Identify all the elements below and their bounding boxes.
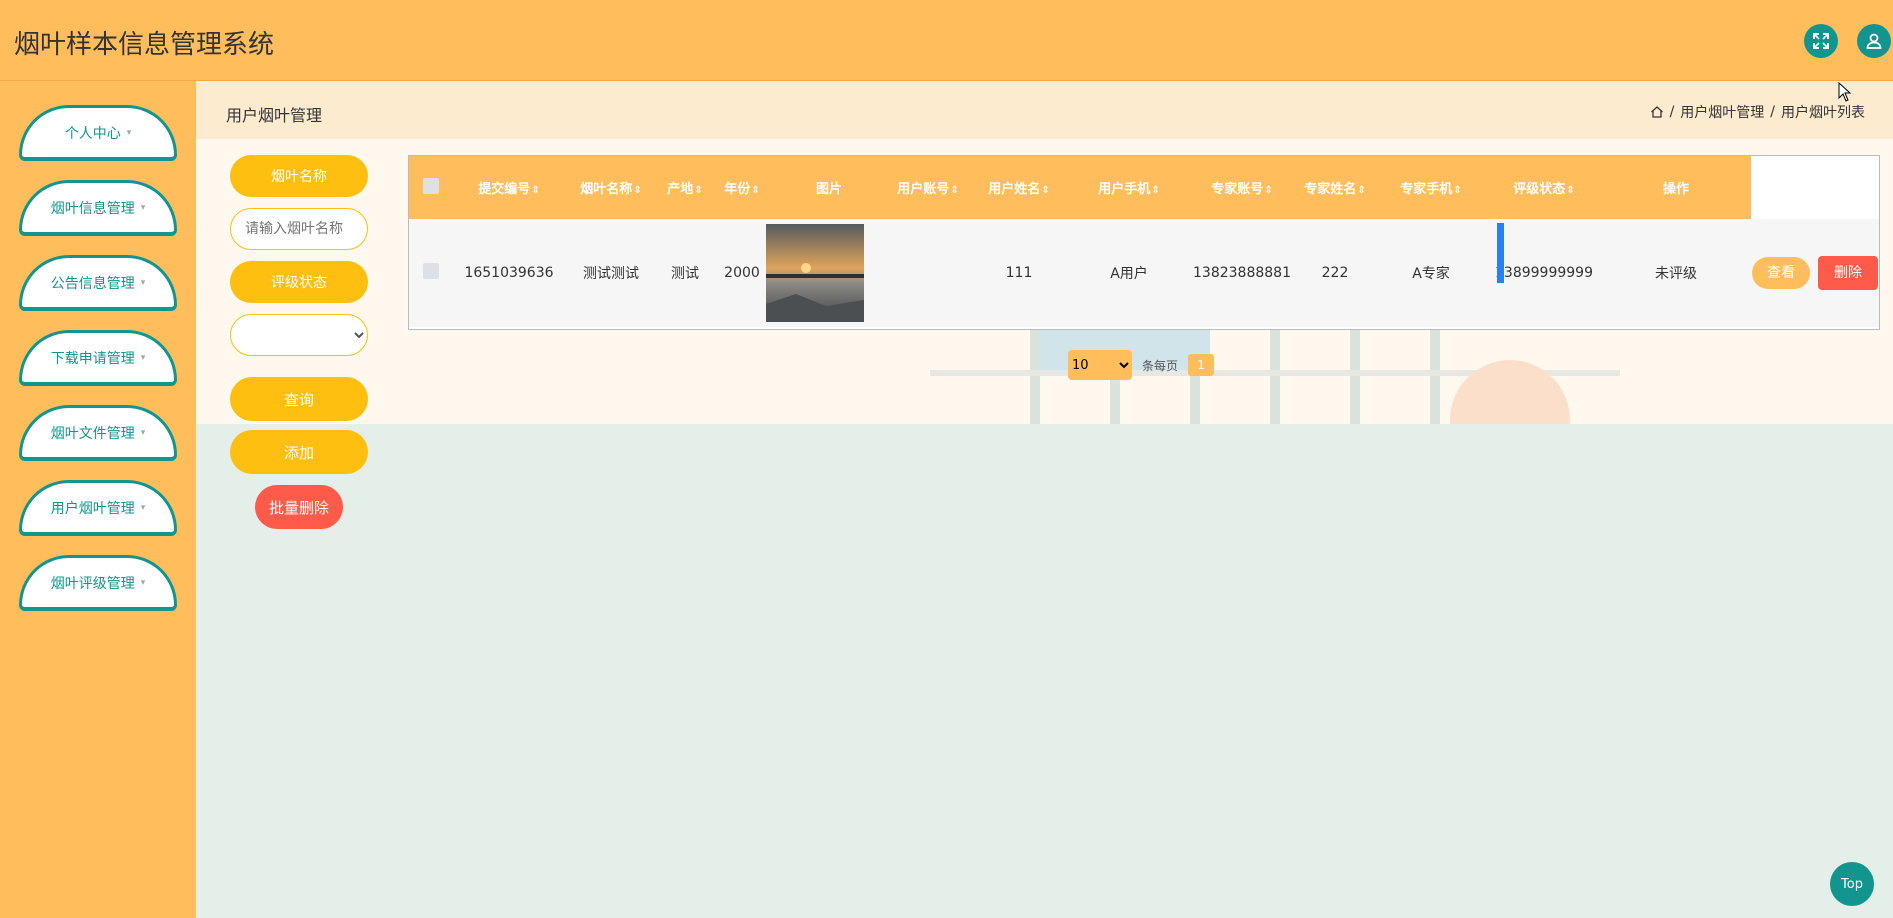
delete-button[interactable]: 删除 [1818, 256, 1878, 290]
view-button[interactable]: 查看 [1752, 257, 1810, 289]
query-button[interactable]: 查询 [230, 377, 368, 421]
sidebar-item-tobacco-grading[interactable]: 烟叶评级管理 ▾ [19, 555, 177, 611]
sidebar-item-personal-center[interactable]: 个人中心 ▾ [19, 105, 177, 161]
cell-actions: 查看 删除 [1751, 219, 1879, 327]
sidebar-item-announcements[interactable]: 公告信息管理 ▾ [19, 255, 177, 311]
column-header-expert-account[interactable]: 专家账号⇕ [1189, 156, 1295, 219]
sort-icon[interactable]: ⇕ [950, 185, 958, 196]
sidebar-item-label: 个人中心 [64, 125, 121, 142]
cell-origin: 测试 [671, 266, 699, 282]
per-page-label: 条每页 [1142, 358, 1179, 373]
sort-icon[interactable]: ⇕ [1041, 185, 1049, 196]
sidebar-item-label: 公告信息管理 [50, 275, 135, 292]
column-header-image: 图片 [815, 182, 842, 197]
name-filter-label: 烟叶名称 [230, 155, 368, 197]
breadcrumb-bar: 用户烟叶管理 / 用户烟叶管理 / 用户烟叶列表 [196, 81, 1893, 139]
back-to-top-button[interactable]: Top [1830, 862, 1874, 906]
cell-status: 未评级 [1655, 266, 1697, 282]
cell-expert-name: A专家 [1412, 266, 1450, 282]
caret-down-icon: ▾ [140, 577, 146, 588]
caret-down-icon: ▾ [140, 202, 146, 213]
page-button-1[interactable]: 1 [1188, 354, 1215, 376]
sidebar-item-download-requests[interactable]: 下载申请管理 ▾ [19, 330, 177, 386]
row-checkbox[interactable] [423, 263, 439, 279]
column-header-submit-no[interactable]: 提交编号⇕ [453, 156, 565, 219]
caret-down-icon: ▾ [140, 352, 146, 363]
sort-icon[interactable]: ⇕ [531, 185, 539, 196]
column-header-name[interactable]: 烟叶名称⇕ [565, 156, 657, 219]
cell-submit-no: 1651039636 [464, 265, 554, 281]
cell-user-account: 111 [1005, 265, 1033, 281]
sidebar-item-label: 烟叶信息管理 [50, 200, 135, 217]
add-button[interactable]: 添加 [230, 430, 368, 474]
sort-icon[interactable]: ⇕ [633, 185, 641, 196]
sort-icon[interactable]: ⇕ [694, 185, 702, 196]
row-select-cell [409, 219, 453, 327]
sidebar-item-label: 烟叶文件管理 [50, 425, 135, 442]
sidebar-item-tobacco-files[interactable]: 烟叶文件管理 ▾ [19, 405, 177, 461]
text-cursor-highlight [1497, 223, 1504, 283]
cell-expert-phone: 13899999999 [1495, 265, 1593, 281]
fullscreen-icon [1813, 33, 1829, 49]
sidebar-item-tobacco-info[interactable]: 烟叶信息管理 ▾ [19, 180, 177, 236]
cell-image [766, 219, 887, 327]
sort-icon[interactable]: ⇕ [1357, 185, 1365, 196]
sort-icon[interactable]: ⇕ [1264, 185, 1272, 196]
page-size-select[interactable]: 10 [1068, 350, 1132, 380]
top-bar: 烟叶样本信息管理系统 [0, 0, 1893, 81]
column-header-status[interactable]: 评级状态⇕ [1487, 156, 1601, 219]
table-row: 1651039636 测试测试 测试 2000 111 A用户 13823888… [409, 219, 1879, 327]
tobacco-thumbnail-image[interactable] [766, 224, 864, 322]
fullscreen-button[interactable] [1804, 24, 1838, 58]
mouse-pointer-icon [1838, 82, 1852, 102]
column-header-user-phone[interactable]: 用户手机⇕ [1069, 156, 1189, 219]
cell-name: 测试测试 [583, 266, 639, 282]
sidebar-item-label: 下载申请管理 [50, 350, 135, 367]
cell-year: 2000 [724, 265, 760, 281]
breadcrumb-item-user-tobacco[interactable]: 用户烟叶管理 [1680, 102, 1764, 122]
status-select[interactable] [230, 314, 368, 356]
home-icon[interactable] [1650, 105, 1664, 119]
column-header-year[interactable]: 年份⇕ [713, 156, 771, 219]
column-header-actions: 操作 [1662, 182, 1689, 197]
sort-icon[interactable]: ⇕ [1151, 185, 1159, 196]
sidebar-item-user-tobacco[interactable]: 用户烟叶管理 ▾ [19, 480, 177, 536]
caret-down-icon: ▾ [140, 427, 146, 438]
sort-icon[interactable]: ⇕ [1566, 185, 1574, 196]
column-header-expert-name[interactable]: 专家姓名⇕ [1295, 156, 1375, 219]
name-search-input[interactable] [230, 208, 368, 250]
pagination: 10 条每页 1 [1068, 350, 1215, 380]
breadcrumb-separator: / [1669, 104, 1675, 120]
caret-down-icon: ▾ [140, 277, 146, 288]
breadcrumb-separator: / [1770, 104, 1775, 120]
user-button[interactable] [1857, 24, 1891, 58]
data-table: 提交编号⇕ 烟叶名称⇕ 产地⇕ 年份⇕ 图片 用户账号⇕ 用户姓名⇕ 用户手机⇕… [408, 155, 1880, 330]
sidebar-item-label: 用户烟叶管理 [50, 500, 135, 517]
sort-icon[interactable]: ⇕ [1453, 185, 1461, 196]
column-header-user-account[interactable]: 用户账号⇕ [887, 156, 969, 219]
app-title: 烟叶样本信息管理系统 [14, 30, 275, 60]
breadcrumb: / 用户烟叶管理 / 用户烟叶列表 [1650, 102, 1865, 122]
table-header-row: 提交编号⇕ 烟叶名称⇕ 产地⇕ 年份⇕ 图片 用户账号⇕ 用户姓名⇕ 用户手机⇕… [409, 156, 1879, 219]
status-filter-label: 评级状态 [230, 261, 368, 303]
cell-user-phone: 13823888881 [1193, 265, 1291, 281]
sort-icon[interactable]: ⇕ [751, 185, 759, 196]
sidebar-item-label: 烟叶评级管理 [50, 575, 135, 592]
breadcrumb-item-list: 用户烟叶列表 [1781, 105, 1865, 121]
cell-expert-account: 222 [1321, 265, 1349, 281]
batch-delete-button[interactable]: 批量删除 [255, 485, 343, 529]
page-title: 用户烟叶管理 [226, 106, 323, 125]
caret-down-icon: ▾ [140, 502, 146, 513]
select-all-checkbox[interactable] [423, 177, 439, 194]
select-all-cell [409, 156, 453, 219]
column-header-user-name[interactable]: 用户姓名⇕ [969, 156, 1069, 219]
cell-user-name: A用户 [1110, 266, 1148, 282]
user-icon [1866, 33, 1882, 49]
column-header-expert-phone[interactable]: 专家手机⇕ [1375, 156, 1487, 219]
caret-down-icon: ▾ [126, 127, 132, 138]
column-header-origin[interactable]: 产地⇕ [657, 156, 713, 219]
sidebar: 个人中心 ▾ 烟叶信息管理 ▾ 公告信息管理 ▾ 下载申请管理 ▾ 烟叶文件管理 ▾ 用户… [0, 81, 196, 918]
